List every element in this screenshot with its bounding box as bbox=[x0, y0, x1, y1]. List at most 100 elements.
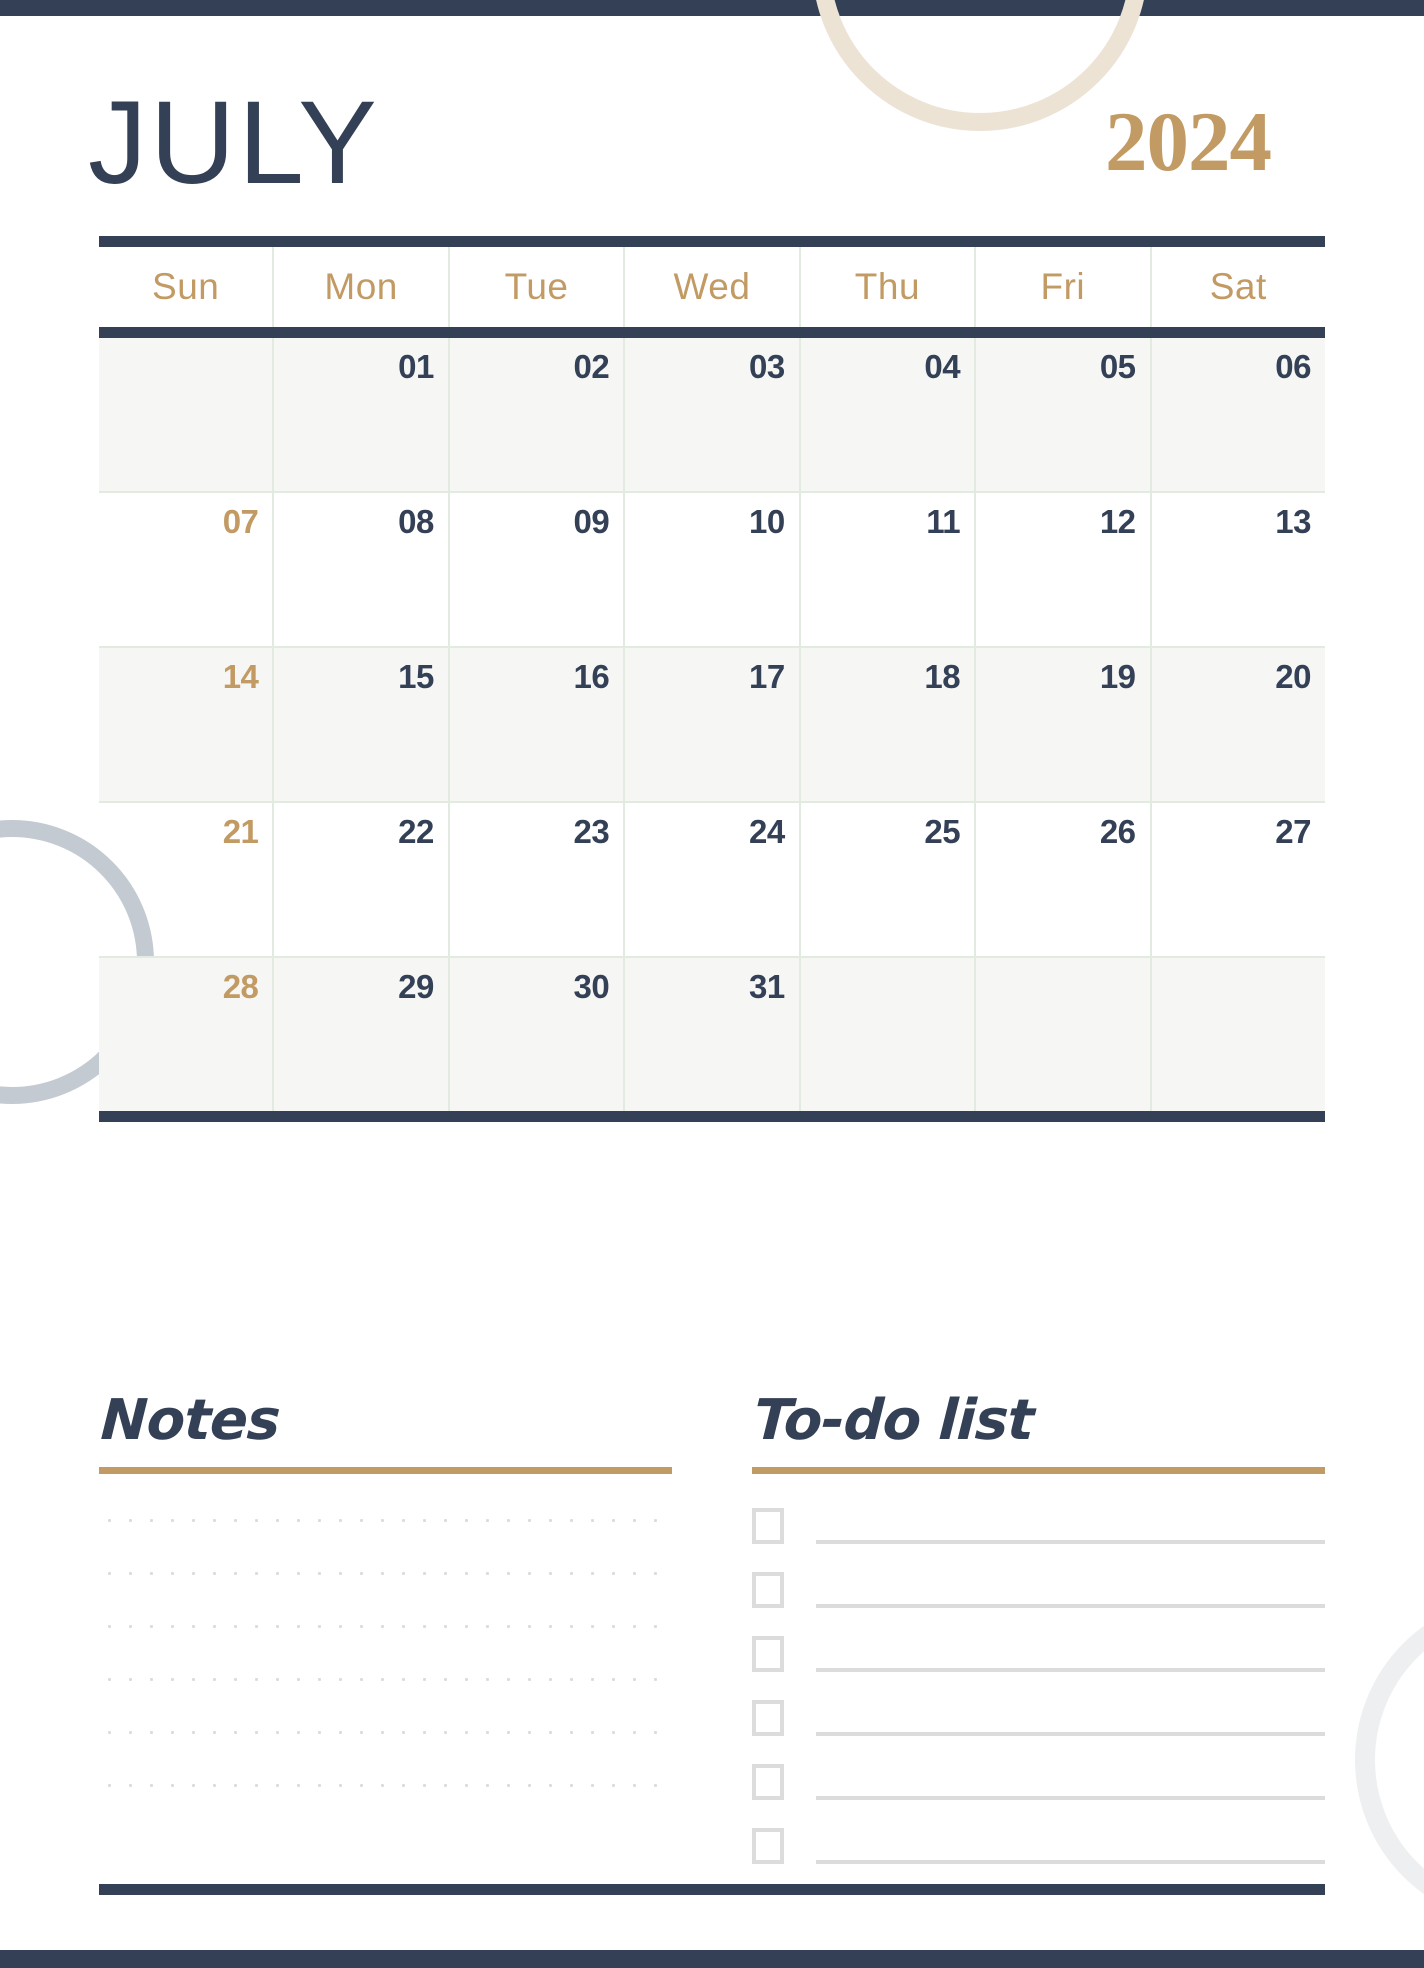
day-number: 26 bbox=[1099, 813, 1136, 850]
calendar-header-rule bbox=[99, 327, 1325, 338]
day-number: 25 bbox=[924, 813, 961, 850]
day-number: 22 bbox=[398, 813, 434, 850]
calendar-day-cell-07[interactable]: 07 bbox=[99, 493, 275, 646]
day-number: 08 bbox=[398, 503, 434, 540]
day-number: 07 bbox=[222, 503, 259, 540]
month-title: JULY bbox=[88, 77, 380, 209]
weekday-header-row: Sun Mon Tue Wed Thu Fri Sat bbox=[99, 247, 1325, 327]
day-number: 14 bbox=[222, 658, 259, 695]
calendar-day-cell-15[interactable]: 15 bbox=[274, 648, 450, 801]
day-number: 20 bbox=[1275, 658, 1311, 695]
year-label: 2024 bbox=[1105, 95, 1272, 189]
todo-writing-line[interactable] bbox=[816, 1860, 1325, 1864]
calendar-weeks: 01 02 03 04 05 06 07 08 09 10 11 12 13 14 15 16 17 18 19 20… bbox=[99, 338, 1325, 1111]
calendar-day-cell-19[interactable]: 19 bbox=[976, 648, 1152, 801]
checkbox-icon[interactable] bbox=[752, 1700, 784, 1736]
weekday-header-sat: Sat bbox=[1209, 266, 1267, 307]
todo-writing-line[interactable] bbox=[816, 1540, 1325, 1544]
calendar-day-cell-03[interactable]: 03 bbox=[625, 338, 801, 491]
calendar-day-cell-30[interactable]: 30 bbox=[450, 958, 626, 1111]
weekday-header-thu: Thu bbox=[801, 247, 977, 327]
notes-dotted-line[interactable] bbox=[99, 1677, 672, 1682]
calendar-day-cell-21[interactable]: 21 bbox=[99, 803, 275, 956]
calendar-day-cell-18[interactable]: 18 bbox=[801, 648, 977, 801]
checkbox-icon[interactable] bbox=[752, 1764, 784, 1800]
todo-item-row bbox=[752, 1560, 1325, 1612]
calendar-day-cell-11[interactable]: 11 bbox=[801, 493, 977, 646]
day-number: 10 bbox=[748, 503, 785, 540]
calendar-day-cell-empty bbox=[976, 958, 1152, 1111]
day-number: 09 bbox=[573, 503, 610, 540]
day-number: 04 bbox=[924, 348, 961, 385]
notes-dotted-line[interactable] bbox=[99, 1571, 672, 1576]
day-number: 01 bbox=[398, 348, 434, 385]
todo-underline bbox=[752, 1467, 1325, 1474]
todo-item-list bbox=[752, 1496, 1325, 1868]
day-number: 15 bbox=[398, 658, 434, 695]
calendar-day-cell-20[interactable]: 20 bbox=[1152, 648, 1325, 801]
calendar-day-cell-14[interactable]: 14 bbox=[99, 648, 275, 801]
checkbox-icon[interactable] bbox=[752, 1572, 784, 1608]
calendar-day-cell-13[interactable]: 13 bbox=[1152, 493, 1325, 646]
notes-panel: Notes bbox=[99, 1383, 672, 1868]
weekday-header-wed: Wed bbox=[625, 247, 801, 327]
calendar-day-cell-16[interactable]: 16 bbox=[450, 648, 626, 801]
todo-title: To-do list bbox=[752, 1388, 1035, 1453]
calendar-day-cell-02[interactable]: 02 bbox=[450, 338, 626, 491]
todo-item-row bbox=[752, 1752, 1325, 1804]
calendar-day-cell-04[interactable]: 04 bbox=[801, 338, 977, 491]
day-number: 03 bbox=[748, 348, 785, 385]
checkbox-icon[interactable] bbox=[752, 1636, 784, 1672]
page-bottom-bar bbox=[0, 1950, 1424, 1968]
calendar-day-cell-25[interactable]: 25 bbox=[801, 803, 977, 956]
calendar-day-cell-08[interactable]: 08 bbox=[274, 493, 450, 646]
calendar-day-cell-empty bbox=[801, 958, 977, 1111]
calendar-day-cell-12[interactable]: 12 bbox=[976, 493, 1152, 646]
calendar-day-cell-23[interactable]: 23 bbox=[450, 803, 626, 956]
calendar-day-cell-26[interactable]: 26 bbox=[976, 803, 1152, 956]
calendar-week-row: 07 08 09 10 11 12 13 bbox=[99, 493, 1325, 648]
day-number: 29 bbox=[398, 968, 434, 1005]
notes-dotted-line[interactable] bbox=[99, 1783, 672, 1788]
todo-writing-line[interactable] bbox=[816, 1668, 1325, 1672]
calendar-day-cell-10[interactable]: 10 bbox=[625, 493, 801, 646]
todo-writing-line[interactable] bbox=[816, 1604, 1325, 1608]
todo-writing-line[interactable] bbox=[816, 1796, 1325, 1800]
day-number: 02 bbox=[573, 348, 610, 385]
calendar-day-cell-24[interactable]: 24 bbox=[625, 803, 801, 956]
calendar-day-cell-22[interactable]: 22 bbox=[274, 803, 450, 956]
day-number: 19 bbox=[1099, 658, 1136, 695]
checkbox-icon[interactable] bbox=[752, 1508, 784, 1544]
calendar-day-cell-empty bbox=[99, 338, 275, 491]
calendar-day-cell-05[interactable]: 05 bbox=[976, 338, 1152, 491]
calendar-day-cell-28[interactable]: 28 bbox=[99, 958, 275, 1111]
calendar-day-cell-27[interactable]: 27 bbox=[1152, 803, 1325, 956]
calendar-week-row: 21 22 23 24 25 26 27 bbox=[99, 803, 1325, 958]
calendar-day-cell-17[interactable]: 17 bbox=[625, 648, 801, 801]
calendar-day-cell-09[interactable]: 09 bbox=[450, 493, 626, 646]
weekday-header-tue: Tue bbox=[450, 247, 626, 327]
todo-item-row bbox=[752, 1496, 1325, 1548]
footer-rule bbox=[99, 1884, 1325, 1895]
calendar-day-cell-01[interactable]: 01 bbox=[274, 338, 450, 491]
day-number: 13 bbox=[1275, 503, 1311, 540]
todo-writing-line[interactable] bbox=[816, 1732, 1325, 1736]
day-number: 28 bbox=[222, 968, 259, 1005]
day-number: 12 bbox=[1099, 503, 1136, 540]
calendar-day-cell-29[interactable]: 29 bbox=[274, 958, 450, 1111]
calendar-top-rule bbox=[99, 236, 1325, 247]
calendar-day-cell-06[interactable]: 06 bbox=[1152, 338, 1325, 491]
page-top-bar bbox=[0, 0, 1424, 16]
checkbox-icon[interactable] bbox=[752, 1828, 784, 1864]
notes-dotted-line[interactable] bbox=[99, 1730, 672, 1735]
calendar-day-cell-empty bbox=[1152, 958, 1325, 1111]
day-number: 30 bbox=[573, 968, 610, 1005]
notes-dotted-line[interactable] bbox=[99, 1624, 672, 1629]
calendar-week-row: 14 15 16 17 18 19 20 bbox=[99, 648, 1325, 803]
calendar-day-cell-31[interactable]: 31 bbox=[625, 958, 801, 1111]
notes-dotted-line[interactable] bbox=[99, 1518, 672, 1523]
notes-writing-area[interactable] bbox=[99, 1518, 672, 1788]
notes-underline bbox=[99, 1467, 672, 1474]
todo-item-row bbox=[752, 1624, 1325, 1676]
weekday-header-mon: Mon bbox=[274, 247, 450, 327]
